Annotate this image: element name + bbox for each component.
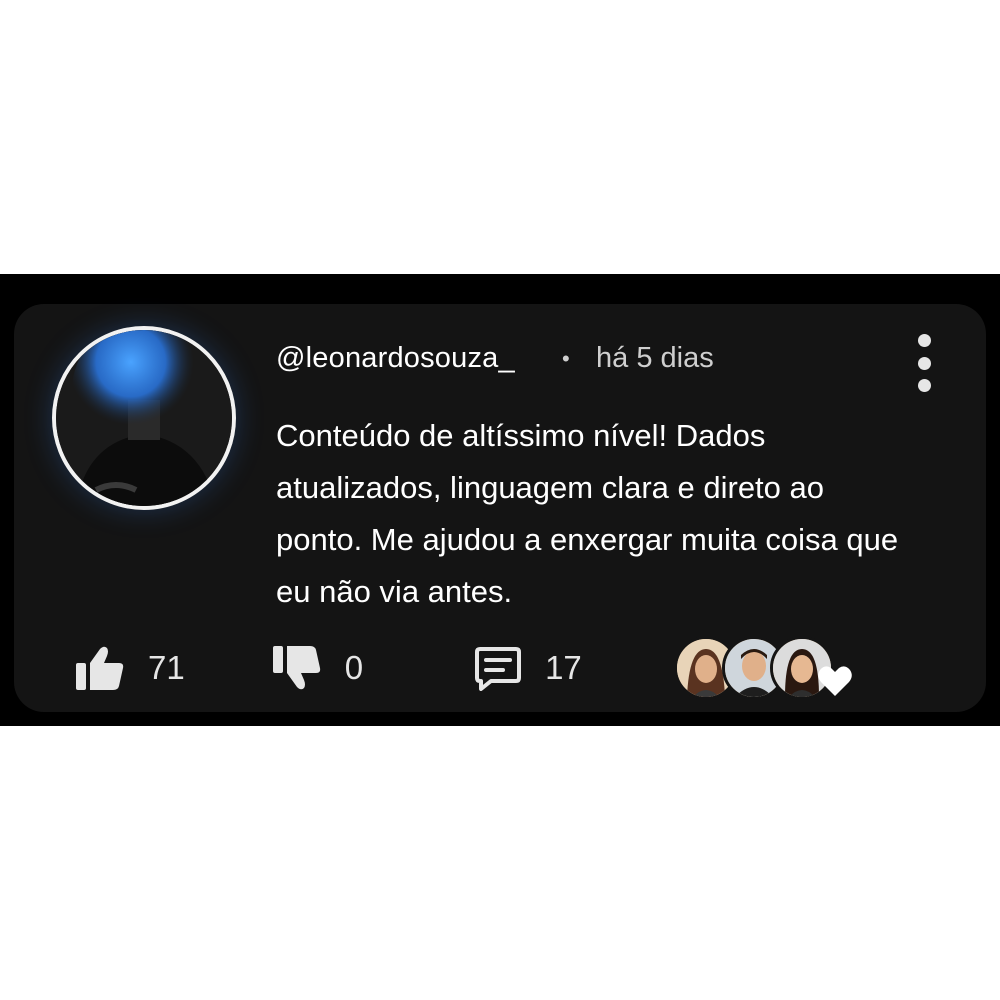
heart-icon	[816, 662, 854, 700]
avatar-image	[56, 330, 232, 506]
comment-author[interactable]: @leonardosouza_	[276, 342, 515, 375]
like-count: 71	[148, 649, 185, 686]
dislike-button[interactable]: 0	[272, 645, 364, 691]
comment-icon	[475, 645, 522, 691]
thumbs-up-icon	[76, 645, 124, 691]
comment-timestamp: há 5 dias	[596, 342, 714, 374]
reactor-avatars[interactable]	[673, 636, 864, 700]
kebab-dot	[917, 379, 931, 392]
dislike-count: 0	[344, 649, 364, 686]
meta-separator: •	[562, 346, 570, 371]
like-button[interactable]: 71	[76, 645, 185, 691]
more-options-icon[interactable]	[912, 334, 936, 392]
kebab-dot	[917, 356, 931, 370]
reply-button[interactable]: 17	[475, 645, 582, 691]
comment-card: @leonardosouza_ • há 5 dias Conteúdo de …	[14, 304, 986, 712]
reply-count: 17	[545, 649, 582, 686]
thumbs-down-icon	[272, 645, 321, 691]
kebab-dot	[917, 334, 931, 347]
comment-actions: 71 0 17	[76, 636, 864, 700]
avatar[interactable]	[52, 326, 236, 510]
comment-body: Conteúdo de altíssimo nível! Dados atual…	[276, 418, 899, 609]
